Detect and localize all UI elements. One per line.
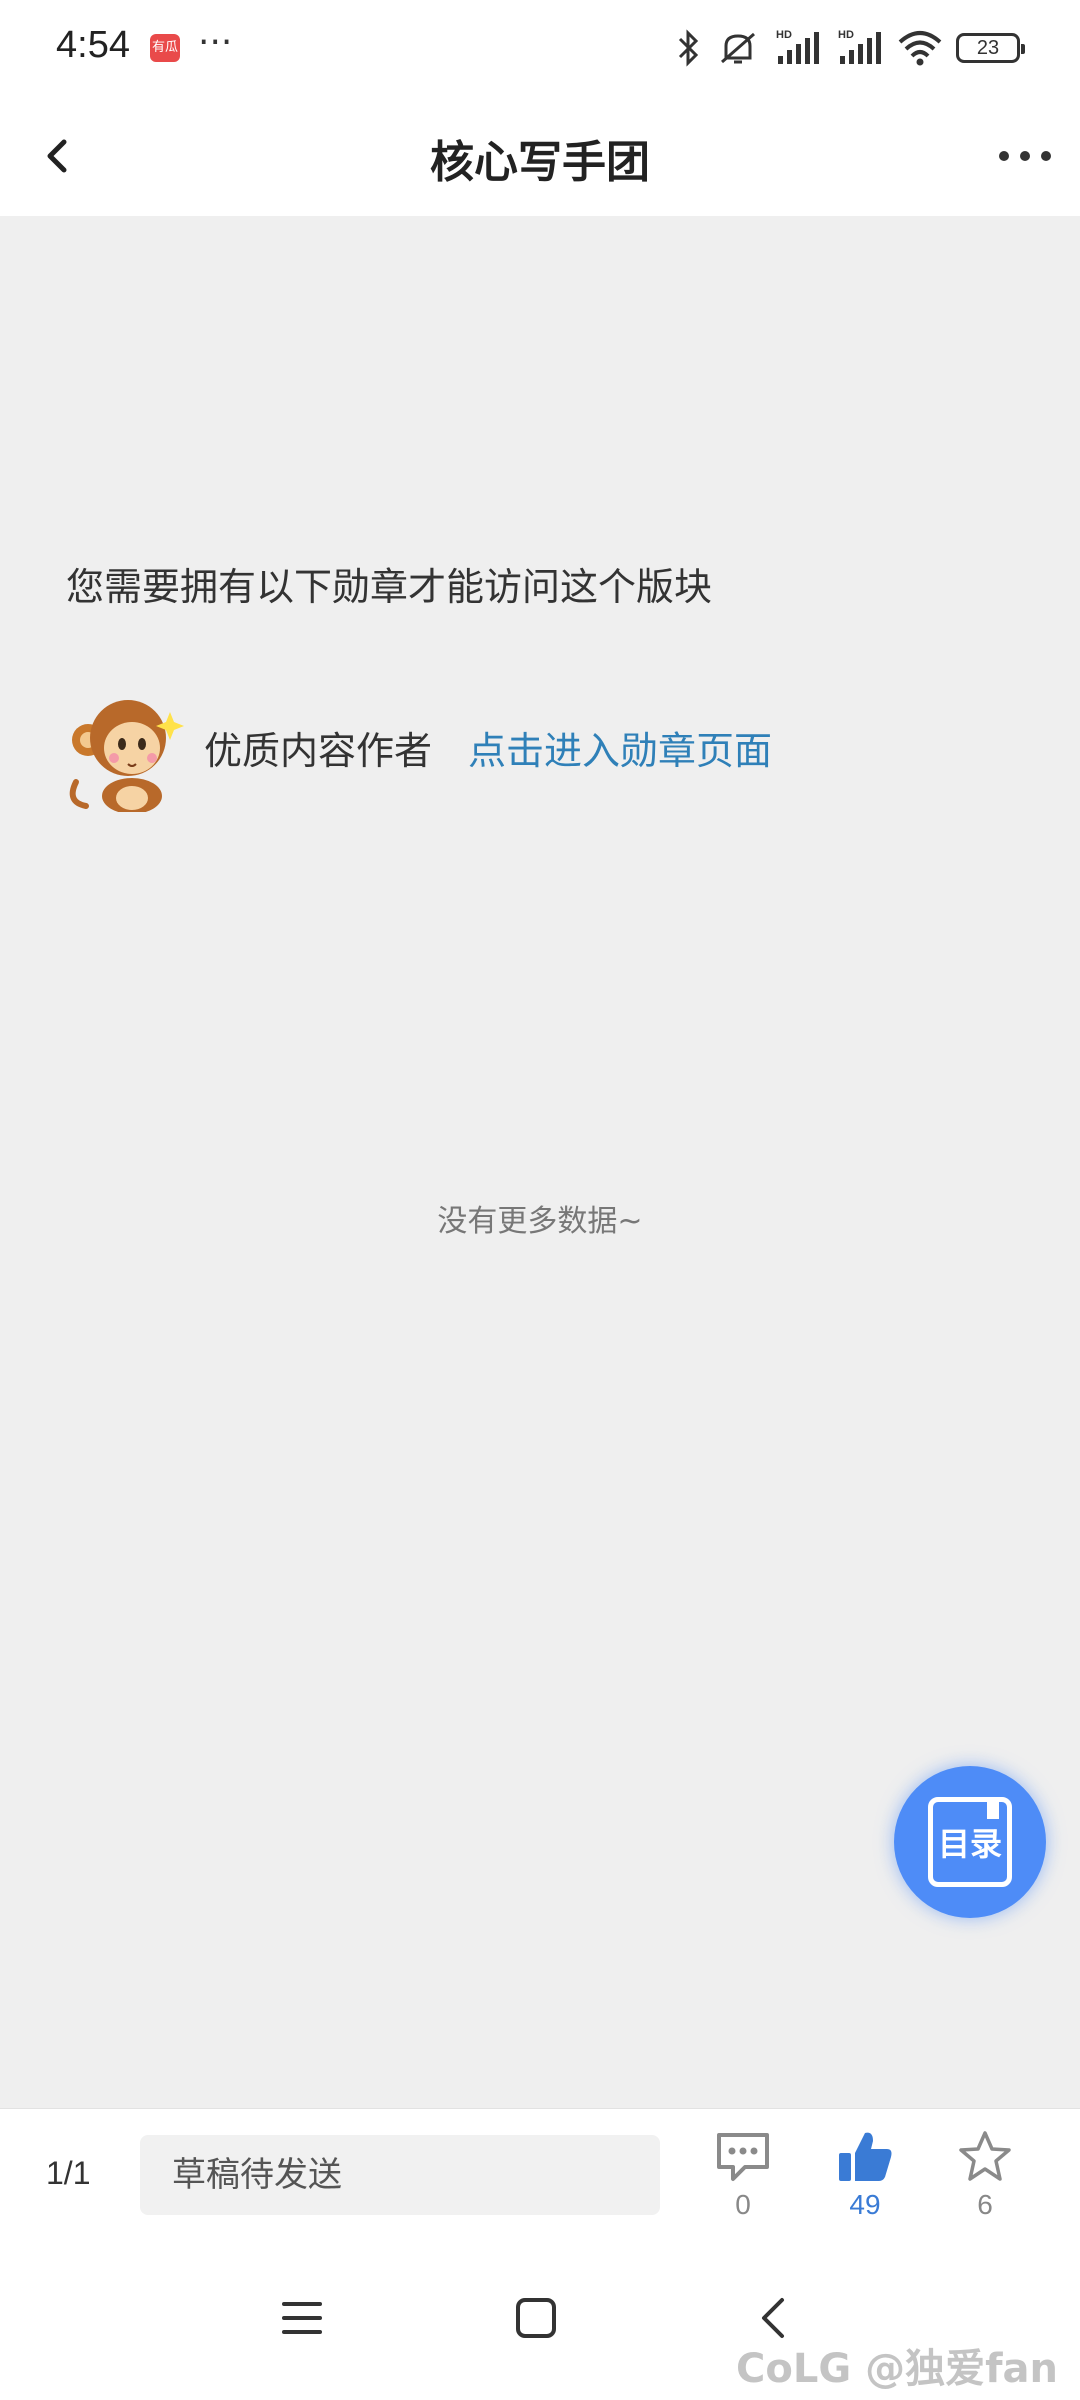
svg-text:HD: HD [838, 29, 854, 41]
menu-icon [282, 2302, 322, 2334]
status-more-icon: ··· [198, 22, 233, 63]
comment-button[interactable]: 0 [698, 2129, 788, 2239]
access-notice: 您需要拥有以下勋章才能访问这个版块 [66, 565, 713, 609]
table-of-contents-button[interactable]: 目录 [894, 1766, 1046, 1918]
badge-name: 优质内容作者 [204, 728, 433, 773]
bluetooth-icon [678, 29, 699, 67]
page-title: 核心写手团 [430, 137, 650, 188]
favorite-count: 6 [977, 2189, 993, 2220]
nav-header: 核心写手团 [0, 96, 1080, 216]
like-count: 49 [849, 2189, 881, 2220]
thumbs-up-icon [839, 2132, 892, 2181]
signal-hd-1-icon: HD [776, 29, 819, 64]
comment-count: 0 [735, 2189, 751, 2220]
status-icons: HD HD 23 [676, 26, 1025, 70]
bottom-action-bar: 1/1 草稿待发送 0 49 6 [0, 2108, 1080, 2249]
no-more-data-text: 没有更多数据~ [437, 1204, 643, 1239]
page-indicator: 1/1 [46, 2155, 91, 2191]
toc-label: 目录 [937, 1825, 1002, 1863]
draft-reply-input[interactable]: 草稿待发送 [140, 2135, 660, 2215]
badge-row: 优质内容作者 点击进入勋章页面 [66, 682, 772, 812]
toc-book-icon: 目录 [928, 1797, 1012, 1887]
home-square-icon [516, 2298, 556, 2338]
svg-text:HD: HD [776, 29, 792, 41]
wifi-icon [898, 31, 942, 66]
mute-icon [721, 32, 755, 64]
system-nav-bar: CoLG @独爱fan [0, 2248, 1080, 2400]
comment-icon [717, 2133, 769, 2181]
status-time: 4:54 [56, 24, 130, 66]
favorite-button[interactable]: 6 [940, 2129, 1030, 2239]
app-notification-icon: 有瓜 [150, 34, 180, 62]
system-menu-button[interactable] [280, 2296, 324, 2344]
like-button[interactable]: 49 [820, 2129, 910, 2239]
system-home-button[interactable] [514, 2296, 558, 2344]
system-back-icon [762, 2298, 784, 2338]
monkey-badge-icon [69, 700, 184, 812]
status-bar: 4:54 有瓜 ··· HD HD 23 [0, 0, 1080, 96]
watermark: CoLG @独爱fan [736, 2346, 1058, 2392]
star-icon [959, 2131, 1011, 2181]
more-options-button[interactable] [990, 126, 1060, 186]
more-horizontal-icon [999, 151, 1051, 161]
badge-page-link[interactable]: 点击进入勋章页面 [468, 720, 772, 775]
signal-hd-2-icon: HD [838, 29, 881, 64]
battery-icon: 23 [956, 33, 1025, 63]
